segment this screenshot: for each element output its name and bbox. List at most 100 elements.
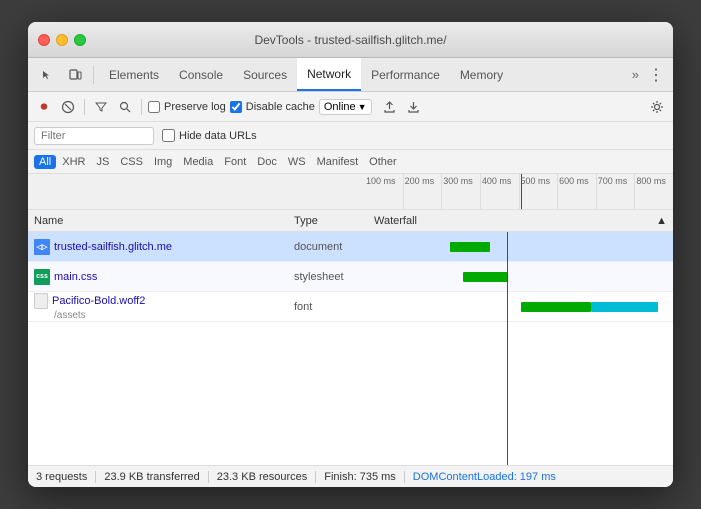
throttle-chevron-icon: ▼ <box>358 102 367 112</box>
table-row[interactable]: css main.css stylesheet <box>28 262 673 292</box>
cursor-tool-button[interactable] <box>34 63 60 87</box>
row-name-1: ◁▷ trusted-sailfish.glitch.me <box>28 239 288 255</box>
preserve-log-label[interactable]: Preserve log <box>148 101 226 113</box>
tick-6 <box>596 174 597 209</box>
filter-button[interactable] <box>91 97 111 117</box>
more-options-button[interactable]: ⋮ <box>645 64 667 86</box>
throttle-select[interactable]: Online ▼ <box>319 99 372 115</box>
throttle-label: Online <box>324 101 356 113</box>
label-800ms: 800 ms <box>634 176 673 188</box>
cursor-icon <box>41 69 53 81</box>
html-icon: ◁▷ <box>34 239 50 255</box>
label-300ms: 300 ms <box>441 176 480 188</box>
waterfall-bar-3b <box>591 302 658 312</box>
close-button[interactable] <box>38 34 50 46</box>
filter-input[interactable] <box>34 127 154 145</box>
minimize-button[interactable] <box>56 34 68 46</box>
tab-performance[interactable]: Performance <box>361 58 450 91</box>
gear-icon <box>650 100 664 114</box>
css-icon: css <box>34 269 50 285</box>
row-name-2: css main.css <box>28 269 288 285</box>
upload-button[interactable] <box>380 97 400 117</box>
type-filter-bar: All XHR JS CSS Img Media Font Doc WS Man… <box>28 150 673 174</box>
waterfall-bar-3a <box>521 302 591 312</box>
device-icon <box>69 68 82 81</box>
tick-7 <box>634 174 635 209</box>
search-icon <box>119 101 131 113</box>
search-button[interactable] <box>115 97 135 117</box>
preserve-log-text: Preserve log <box>164 101 226 113</box>
title-bar: DevTools - trusted-sailfish.glitch.me/ <box>28 22 673 58</box>
table-row[interactable]: Pacifico-Bold.woff2 /assets font <box>28 292 673 322</box>
tick-3 <box>480 174 481 209</box>
type-css-button[interactable]: CSS <box>115 155 148 169</box>
tab-memory[interactable]: Memory <box>450 58 513 91</box>
clear-icon <box>61 100 75 114</box>
requests-count: 3 requests <box>36 471 96 483</box>
settings-button[interactable] <box>647 97 667 117</box>
filter-bar: Hide data URLs <box>28 122 673 150</box>
timeline-header: 100 ms 200 ms 300 ms 400 ms 500 ms 600 m… <box>364 174 673 209</box>
devtools-window: DevTools - trusted-sailfish.glitch.me/ E… <box>28 22 673 487</box>
hide-data-urls-checkbox[interactable] <box>162 129 175 142</box>
download-icon <box>407 100 420 113</box>
type-ws-button[interactable]: WS <box>283 155 311 169</box>
tab-sources[interactable]: Sources <box>233 58 297 91</box>
row-filename-2: main.css <box>54 271 97 283</box>
hide-data-urls-text: Hide data URLs <box>179 130 257 142</box>
row-type-3: font <box>288 301 368 313</box>
row-waterfall-1 <box>368 232 673 261</box>
toolbar-separator <box>93 66 94 84</box>
type-xhr-button[interactable]: XHR <box>57 155 90 169</box>
tick-5 <box>557 174 558 209</box>
maximize-button[interactable] <box>74 34 86 46</box>
table-row[interactable]: ◁▷ trusted-sailfish.glitch.me document <box>28 232 673 262</box>
hide-data-urls-label[interactable]: Hide data URLs <box>162 129 257 142</box>
tab-network[interactable]: Network <box>297 58 361 91</box>
device-toggle-button[interactable] <box>62 63 88 87</box>
column-headers: Name Type Waterfall ▲ <box>28 210 673 232</box>
resources-size: 23.3 KB resources <box>209 471 317 483</box>
waterfall-header: 100 ms 200 ms 300 ms 400 ms 500 ms 600 m… <box>28 174 673 210</box>
network-table[interactable]: ◁▷ trusted-sailfish.glitch.me document c… <box>28 232 673 465</box>
traffic-lights <box>38 34 86 46</box>
disable-cache-checkbox[interactable] <box>230 101 242 113</box>
tick-2 <box>441 174 442 209</box>
transferred-size: 23.9 KB transferred <box>96 471 208 483</box>
type-media-button[interactable]: Media <box>178 155 218 169</box>
tab-console[interactable]: Console <box>169 58 233 91</box>
preserve-log-checkbox[interactable] <box>148 101 160 113</box>
col-type-header[interactable]: Type <box>288 215 368 227</box>
font-icon <box>34 293 48 309</box>
col-waterfall-header[interactable]: Waterfall ▲ <box>368 215 673 227</box>
type-font-button[interactable]: Font <box>219 155 251 169</box>
record-button[interactable]: ⏺ <box>34 97 54 117</box>
type-img-button[interactable]: Img <box>149 155 177 169</box>
disable-cache-label[interactable]: Disable cache <box>230 101 315 113</box>
main-toolbar: Elements Console Sources Network Perform… <box>28 58 673 92</box>
download-button[interactable] <box>404 97 424 117</box>
type-js-button[interactable]: JS <box>91 155 114 169</box>
tick-4 <box>519 174 520 209</box>
dom-content-loaded: DOMContentLoaded: 197 ms <box>405 471 564 483</box>
upload-icon <box>383 100 396 113</box>
row-name-3-inner: Pacifico-Bold.woff2 <box>34 293 145 309</box>
label-500ms: 500 ms <box>519 176 558 188</box>
label-600ms: 600 ms <box>557 176 596 188</box>
type-other-button[interactable]: Other <box>364 155 402 169</box>
waterfall-bar-1 <box>450 242 490 252</box>
window-title: DevTools - trusted-sailfish.glitch.me/ <box>254 33 446 47</box>
status-bar: 3 requests 23.9 KB transferred 23.3 KB r… <box>28 465 673 487</box>
row-subpath-3: /assets <box>34 310 86 321</box>
waterfall-bar-2 <box>463 272 509 282</box>
finish-time: Finish: 735 ms <box>316 471 405 483</box>
clear-button[interactable] <box>58 97 78 117</box>
label-400ms: 400 ms <box>480 176 519 188</box>
label-100ms: 100 ms <box>364 176 403 188</box>
tab-elements[interactable]: Elements <box>99 58 169 91</box>
type-manifest-button[interactable]: Manifest <box>312 155 364 169</box>
row-waterfall-3 <box>368 292 673 321</box>
type-doc-button[interactable]: Doc <box>252 155 282 169</box>
col-name-header[interactable]: Name <box>28 215 288 227</box>
type-all-button[interactable]: All <box>34 155 56 169</box>
